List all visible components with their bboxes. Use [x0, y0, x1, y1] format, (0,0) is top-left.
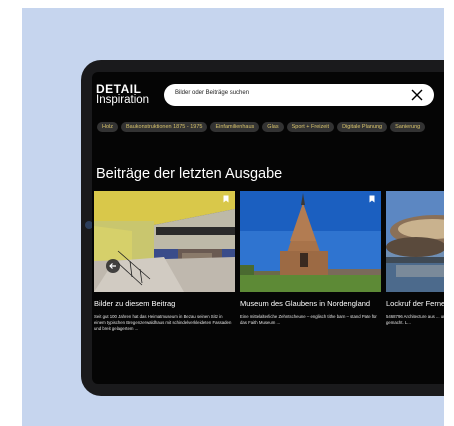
bookmark-icon[interactable] — [223, 195, 229, 203]
tag-chip-baukonstruktionen[interactable]: Baukonstruktionen 1875 - 1975 — [121, 122, 208, 132]
tag-chip-digitale-planung[interactable]: Digitale Planung — [337, 122, 388, 132]
search-placeholder: Bilder oder Beiträge suchen — [175, 90, 250, 96]
close-icon[interactable] — [410, 87, 424, 103]
article-description: Seit gut 100 Jahren hat das Heimatmuseum… — [94, 314, 232, 331]
arrow-left-icon — [109, 263, 116, 269]
logo-subtitle: Inspiration — [96, 94, 150, 106]
article-card[interactable]: Museum des Glaubens in Nordengland Eine … — [240, 191, 381, 326]
article-image-lockruf-der-ferne[interactable] — [386, 191, 444, 292]
tag-chip-glas[interactable]: Glas — [262, 122, 284, 132]
tag-chip-einfamilienhaus[interactable]: Einfamilienhaus — [210, 122, 260, 132]
bookmark-icon[interactable] — [369, 195, 375, 203]
detail-inspiration-logo[interactable]: DETAIL Inspiration — [96, 83, 149, 107]
search-bar[interactable]: Bilder oder Beiträge suchen — [164, 84, 434, 106]
tag-chip-sport-freizeit[interactable]: Sport + Freizeit — [286, 122, 335, 132]
article-image-museum-bezau[interactable] — [94, 191, 235, 292]
article-title[interactable]: Bilder zu diesem Beitrag — [94, 299, 235, 309]
article-image-faith-museum[interactable] — [240, 191, 381, 292]
tag-chip-holz[interactable]: Holz — [97, 122, 119, 132]
tag-chip-sanierung[interactable]: Sanierung — [390, 122, 426, 132]
article-description: Eine mittelalterliche Zehntscheune – eng… — [240, 314, 377, 325]
article-description: 5468796 Architecture aus ... urbaner Nac… — [386, 314, 444, 325]
article-title[interactable]: Museum des Glaubens in Nordengland — [240, 299, 381, 309]
tag-filter-row: Holz Baukonstruktionen 1875 - 1975 Einfami… — [97, 122, 428, 140]
app-screen: DETAIL Inspiration Bilder oder Beiträge … — [92, 72, 444, 384]
background-panel: DETAIL Inspiration Bilder oder Beiträge … — [22, 8, 444, 426]
article-card[interactable]: Bilder zu diesem Beitrag Seit gut 100 Ja… — [94, 191, 235, 332]
previous-arrow-button[interactable] — [106, 259, 120, 273]
section-heading: Beiträge der letzten Ausgabe — [96, 166, 283, 182]
article-card[interactable]: Lockruf der Ferne 5468796 Architecture a… — [386, 191, 444, 326]
tablet-frame: DETAIL Inspiration Bilder oder Beiträge … — [81, 60, 444, 396]
article-title[interactable]: Lockruf der Ferne — [386, 299, 444, 309]
